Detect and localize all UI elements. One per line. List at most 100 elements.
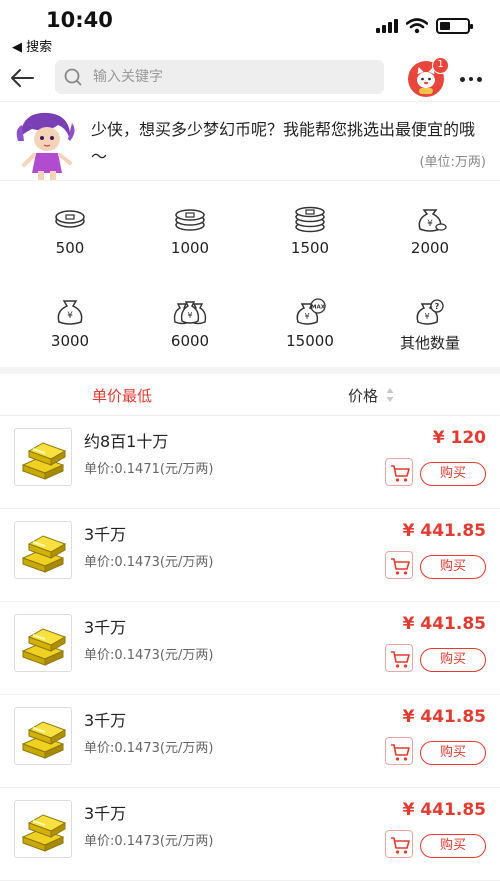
- product-price: ¥ 120: [432, 428, 486, 448]
- more-options-button[interactable]: [455, 66, 487, 92]
- assistant-intro: 少侠，想买多少梦幻币呢？我能帮您挑选出最便宜的哦～ (单位:万两): [0, 103, 500, 181]
- top-nav: 1: [0, 56, 500, 102]
- search-box[interactable]: [55, 60, 384, 94]
- buy-button[interactable]: 购买: [420, 648, 486, 672]
- amount-option-6000[interactable]: ¥ 6000: [130, 298, 250, 368]
- amount-label: 15000: [286, 332, 334, 350]
- battery-icon: [436, 18, 473, 34]
- buy-button[interactable]: 购买: [420, 741, 486, 765]
- cart-icon: [391, 744, 410, 761]
- svg-text:¥: ¥: [427, 219, 433, 229]
- amount-label: 1000: [170, 239, 210, 257]
- product-price: ¥ 441.85: [402, 800, 486, 820]
- gold-bars-thumbnail: [14, 521, 72, 579]
- section-divider: [0, 367, 500, 374]
- product-price: ¥ 441.85: [402, 707, 486, 727]
- wifi-icon: [406, 18, 428, 34]
- coin-stack-2-icon: [175, 209, 205, 231]
- assistant-character-icon: [16, 112, 75, 180]
- money-bag-max-icon: ¥ MAX: [296, 298, 326, 325]
- battery-level: [440, 22, 450, 30]
- back-arrow-icon: [11, 69, 34, 87]
- amount-option-1500[interactable]: 1500: [250, 205, 370, 275]
- gold-bars-thumbnail: [14, 800, 72, 858]
- amount-grid: 500 1000 1500 ¥ 2000 ¥ 3000 ¥ 6000 ¥ MAX…: [0, 185, 500, 365]
- svg-text:¥: ¥: [304, 312, 309, 321]
- svg-text:¥: ¥: [67, 311, 73, 321]
- amount-option-2000[interactable]: ¥ 2000: [370, 205, 490, 275]
- coin-stack-1-icon: [55, 210, 85, 228]
- product-list: 约8百1十万 单价:0.1471(元/万两) ¥ 120 购买 3千万 单价:0…: [0, 416, 500, 881]
- gold-bars-thumbnail: [14, 707, 72, 765]
- gold-bars-thumbnail: [14, 614, 72, 672]
- gold-bars-icon: [21, 814, 67, 852]
- gold-bars-icon: [21, 535, 67, 573]
- sort-lowest-unit-price-tab[interactable]: 单价最低: [92, 385, 152, 406]
- notification-badge: 1: [432, 57, 449, 74]
- amount-option-3000[interactable]: ¥ 3000: [10, 298, 130, 368]
- amount-label: 500: [55, 239, 85, 257]
- add-to-cart-button[interactable]: [385, 737, 413, 765]
- cart-icon: [391, 837, 410, 854]
- cart-icon: [391, 558, 410, 575]
- amount-option-1000[interactable]: 1000: [130, 205, 250, 275]
- amount-label: 其他数量: [399, 334, 460, 352]
- svg-text:?: ?: [435, 302, 440, 311]
- back-button[interactable]: [6, 62, 38, 94]
- coin-stack-3-icon: [295, 206, 325, 233]
- svg-text:MAX: MAX: [311, 305, 326, 311]
- svg-text:¥: ¥: [424, 312, 429, 321]
- svg-text:¥: ¥: [187, 311, 192, 320]
- dot-icon: [477, 76, 482, 82]
- back-to-search-link[interactable]: ◀ 搜索: [12, 36, 52, 55]
- product-title: 3千万: [84, 525, 127, 544]
- amount-option-500[interactable]: 500: [10, 205, 130, 275]
- search-input[interactable]: [93, 66, 373, 88]
- product-title: 约8百1十万: [84, 432, 169, 451]
- cart-icon: [391, 465, 410, 482]
- buy-button[interactable]: 购买: [420, 462, 486, 486]
- unit-price: 单价:0.1473(元/万两): [84, 555, 214, 570]
- amount-label: 6000: [170, 332, 210, 350]
- amount-option-other[interactable]: ¥ ? 其他数量: [370, 298, 490, 368]
- status-bar: 10:40 ◀ 搜索: [0, 0, 500, 56]
- dot-icon: [469, 77, 473, 81]
- product-row[interactable]: 3千万 单价:0.1473(元/万两) ¥ 441.85 购买: [0, 602, 500, 695]
- sort-arrows-icon[interactable]: [386, 387, 394, 403]
- gold-bars-thumbnail: [14, 428, 72, 486]
- amount-label: 2000: [410, 239, 450, 257]
- product-row[interactable]: 3千万 单价:0.1473(元/万两) ¥ 441.85 购买: [0, 788, 500, 881]
- unit-price: 单价:0.1473(元/万两): [84, 741, 214, 756]
- product-row[interactable]: 3千万 单价:0.1473(元/万两) ¥ 441.85 购买: [0, 509, 500, 602]
- status-icons: [376, 18, 473, 34]
- money-bags-icon: ¥: [173, 301, 207, 325]
- buy-button[interactable]: 购买: [420, 834, 486, 858]
- product-title: 3千万: [84, 711, 127, 730]
- add-to-cart-button[interactable]: [385, 551, 413, 579]
- add-to-cart-button[interactable]: [385, 830, 413, 858]
- product-price: ¥ 441.85: [402, 521, 486, 541]
- amount-label: 1500: [290, 239, 330, 257]
- product-price: ¥ 441.85: [402, 614, 486, 634]
- product-row[interactable]: 3千万 单价:0.1473(元/万两) ¥ 441.85 购买: [0, 695, 500, 788]
- sort-bar: 单价最低 价格: [0, 374, 500, 416]
- gold-bars-icon: [21, 628, 67, 666]
- add-to-cart-button[interactable]: [385, 644, 413, 672]
- cart-icon: [391, 651, 410, 668]
- sort-price-tab[interactable]: 价格: [348, 385, 378, 406]
- buy-button[interactable]: 购买: [420, 555, 486, 579]
- unit-label: (单位:万两): [419, 155, 486, 170]
- money-bag-yen-icon: ¥: [57, 300, 83, 325]
- unit-price: 单价:0.1473(元/万两): [84, 834, 214, 849]
- status-time: 10:40: [46, 8, 113, 32]
- money-bag-question-icon: ¥ ?: [416, 299, 444, 325]
- amount-label: 3000: [50, 332, 90, 350]
- gold-bars-icon: [21, 442, 67, 480]
- cellular-signal-icon: [376, 19, 398, 33]
- search-icon: [64, 68, 82, 86]
- amount-option-15000[interactable]: ¥ MAX 15000: [250, 298, 370, 368]
- add-to-cart-button[interactable]: [385, 458, 413, 486]
- messages-avatar-button[interactable]: 1: [408, 57, 449, 97]
- product-row[interactable]: 约8百1十万 单价:0.1471(元/万两) ¥ 120 购买: [0, 416, 500, 509]
- product-title: 3千万: [84, 804, 127, 823]
